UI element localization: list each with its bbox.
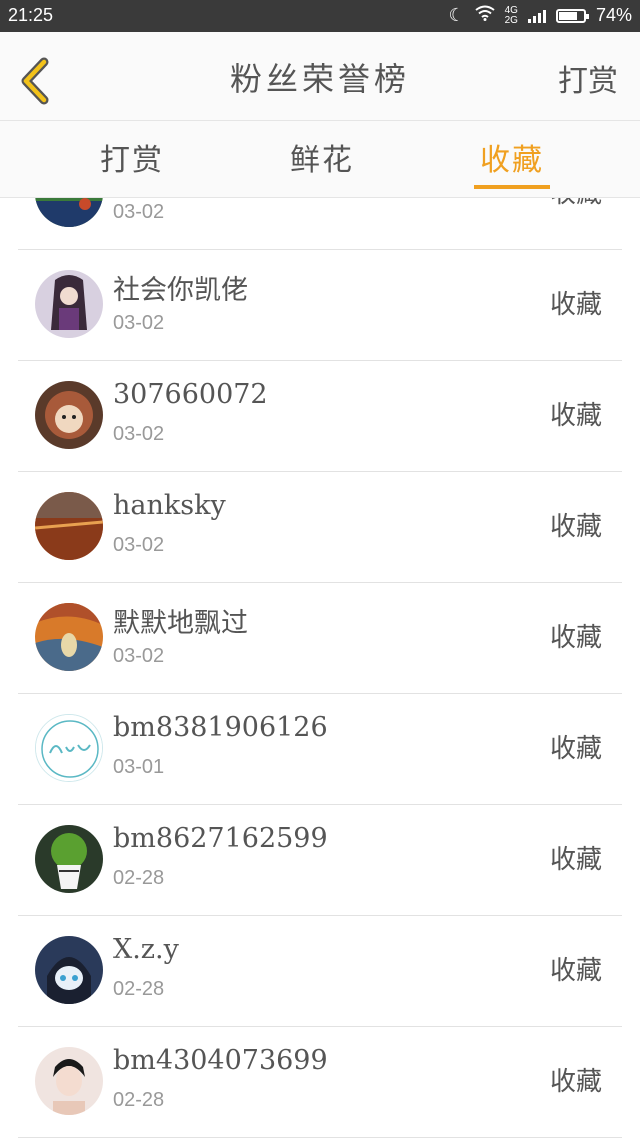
reward-button[interactable]: 打赏 — [558, 56, 618, 100]
item-date: 03-02 — [113, 534, 165, 556]
tab-flowers[interactable]: 鲜花 — [290, 135, 354, 179]
network-type: 4G 2G — [504, 4, 518, 26]
avatar — [35, 381, 103, 449]
item-action: 收藏 — [549, 512, 602, 542]
item-date: 03-02 — [113, 423, 165, 445]
item-action: 收藏 — [549, 290, 602, 320]
avatar — [35, 714, 103, 782]
item-date: 03-02 — [113, 312, 165, 334]
status-time: 21:25 — [8, 5, 54, 25]
item-action: 收藏 — [549, 1067, 602, 1097]
avatar — [35, 936, 103, 1004]
nav-bar: 粉丝荣誉榜 打赏 — [0, 32, 640, 121]
avatar — [35, 198, 103, 227]
item-action: 收藏 — [549, 845, 602, 875]
item-action: 收藏 — [549, 734, 602, 764]
user-name: hanksky — [113, 490, 226, 521]
avatar — [35, 825, 103, 893]
user-name: 307660072 — [113, 379, 268, 410]
item-date: 03-01 — [113, 756, 165, 778]
user-name: 默默地飘过 — [113, 608, 248, 639]
user-name: 社会你凯佬 — [113, 275, 248, 306]
list-item[interactable]: 307660072 03-02 收藏 — [18, 361, 622, 472]
tab-favorites[interactable]: 收藏 — [474, 135, 550, 189]
user-name: bm4304073699 — [113, 1045, 328, 1076]
item-date: 03-02 — [113, 645, 165, 667]
list-item[interactable]: X.z.y 02-28 收藏 — [18, 916, 622, 1027]
page-title: 粉丝荣誉榜 — [229, 60, 410, 98]
item-action: 收藏 — [549, 623, 602, 653]
item-date: 02-28 — [113, 978, 165, 1000]
avatar — [35, 492, 103, 560]
battery-percent: 74% — [595, 5, 632, 25]
avatar — [35, 1047, 103, 1115]
avatar — [35, 270, 103, 338]
tab-reward[interactable]: 打赏 — [100, 135, 164, 179]
status-bar: 21:25 ☾ 4G 2G 74% — [0, 0, 640, 32]
status-icons: ☾ 4G 2G 74% — [448, 5, 632, 26]
avatar — [35, 603, 103, 671]
list-item[interactable]: bm4304073699 02-28 收藏 — [18, 1027, 622, 1138]
moon-icon: ☾ — [448, 5, 465, 25]
user-name: X.z.y — [113, 934, 179, 965]
list-item[interactable]: 默默地飘过 03-02 收藏 — [18, 583, 622, 694]
user-name: bm8627162599 — [113, 823, 328, 854]
fan-list: 03-02 收藏 社会你凯佬 03-02 收藏 307660072 03-02 … — [0, 198, 640, 1138]
item-date: 03-02 — [113, 201, 165, 223]
tab-bar: 打赏 鲜花 收藏 — [0, 121, 640, 198]
item-action: 收藏 — [550, 198, 602, 210]
list-item[interactable]: hanksky 03-02 收藏 — [18, 472, 622, 583]
signal-icon — [527, 9, 546, 23]
list-item[interactable]: bm8381906126 03-01 收藏 — [18, 694, 622, 805]
item-date: 02-28 — [113, 867, 165, 889]
list-item[interactable]: bm8627162599 02-28 收藏 — [18, 805, 622, 916]
item-action: 收藏 — [549, 401, 602, 431]
battery-icon — [555, 8, 589, 23]
item-action: 收藏 — [549, 956, 602, 986]
list-item[interactable]: 03-02 收藏 — [18, 198, 622, 250]
list-item[interactable]: 社会你凯佬 03-02 收藏 — [18, 250, 622, 361]
active-tab-indicator — [474, 185, 550, 189]
item-date: 02-28 — [113, 1089, 165, 1111]
wifi-icon — [475, 5, 495, 26]
user-name: bm8381906126 — [113, 712, 328, 743]
